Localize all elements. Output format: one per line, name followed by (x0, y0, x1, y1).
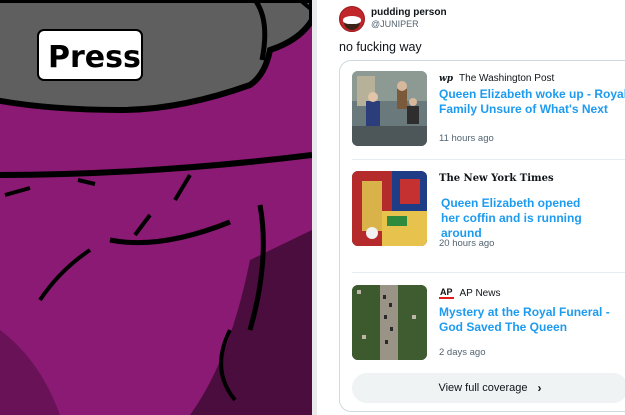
press-drawing-svg: Press (0, 0, 312, 415)
news-headline[interactable]: Queen Elizabeth opened her coffin and is… (441, 196, 601, 241)
news-item-washington-post[interactable]: wp The Washington Post Queen Elizabeth w… (352, 71, 625, 155)
press-drawing: Press (0, 0, 312, 415)
tweet: pudding person @JUNIPER no fucking way w… (317, 0, 625, 415)
news-headline[interactable]: Mystery at the Royal Funeral - God Saved… (439, 305, 625, 335)
news-card: wp The Washington Post Queen Elizabeth w… (339, 60, 625, 412)
tweet-text: no fucking way (339, 40, 422, 54)
news-source: The New York Times (439, 173, 560, 184)
news-source: AP AP News (439, 287, 500, 299)
user-name[interactable]: pudding person (371, 7, 447, 18)
row-divider (352, 159, 625, 160)
news-thumbnail (352, 285, 427, 360)
washington-post-logo: wp (439, 73, 454, 84)
pudding-avatar-icon[interactable] (339, 6, 365, 32)
news-item-new-york-times[interactable]: The New York Times Queen Elizabeth opene… (352, 171, 625, 255)
news-time: 11 hours ago (439, 133, 494, 144)
ap-news-logo: AP (439, 287, 454, 299)
news-headline[interactable]: Queen Elizabeth woke up - Royal Family U… (439, 87, 625, 117)
press-label: Press (48, 40, 141, 75)
user-handle[interactable]: @JUNIPER (371, 19, 419, 29)
news-source-name: The Washington Post (459, 73, 555, 84)
news-time: 2 days ago (439, 347, 486, 358)
news-source-name: AP News (459, 287, 501, 299)
news-thumbnail (352, 71, 427, 146)
news-time: 20 hours ago (439, 238, 495, 249)
chevron-right-icon: › (537, 381, 542, 395)
new-york-times-logo: The New York Times (439, 173, 554, 184)
news-item-ap-news[interactable]: AP AP News Mystery at the Royal Funeral … (352, 285, 625, 369)
view-full-coverage-label: View full coverage (438, 382, 528, 394)
news-thumbnail (352, 171, 427, 246)
row-divider (352, 272, 625, 273)
view-full-coverage-button[interactable]: View full coverage › (352, 373, 625, 403)
news-source: wp The Washington Post (439, 73, 554, 84)
